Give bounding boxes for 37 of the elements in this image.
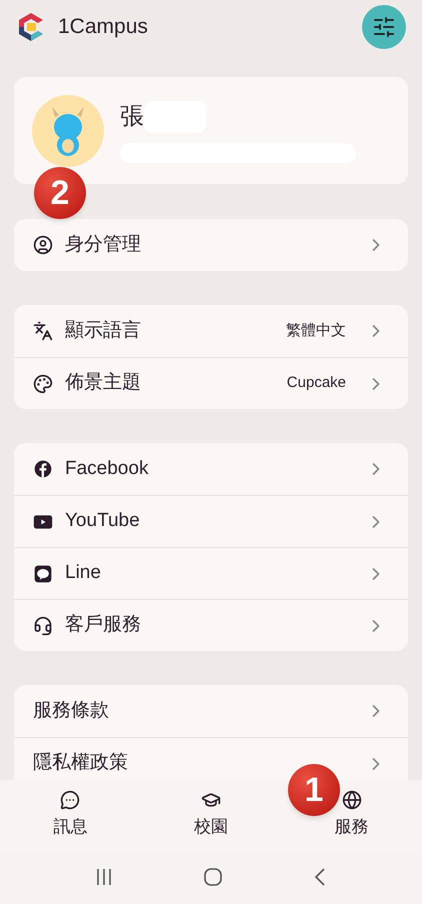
row-value: 繁體中文 <box>286 320 346 341</box>
row-label: YouTube <box>65 509 141 534</box>
row-label: 顯示語言 <box>65 318 142 343</box>
settings-row[interactable]: Facebook <box>14 443 408 495</box>
facebook-icon <box>33 459 53 479</box>
globe-icon <box>342 790 362 810</box>
nav-tab[interactable]: 校園 <box>140 780 282 850</box>
row-label: 身分管理 <box>65 232 142 257</box>
avatar-icon <box>32 94 104 166</box>
recent-apps-icon[interactable] <box>95 868 113 886</box>
settings-row[interactable]: YouTube <box>14 495 408 547</box>
settings-row[interactable]: 客戶服務 <box>14 599 408 651</box>
settings-row[interactable]: 身分管理 <box>14 219 408 271</box>
number-marker: 2 <box>34 167 86 219</box>
settings-row[interactable]: 服務條款 <box>14 685 408 737</box>
settings-row[interactable]: 佈景主題 Cupcake <box>14 357 408 409</box>
row-label: 服務條款 <box>33 698 110 723</box>
user-name: 張 <box>120 102 144 132</box>
row-label: 佈景主題 <box>65 371 142 396</box>
user-circle-icon <box>33 235 53 255</box>
language-icon <box>33 321 53 341</box>
row-value: Cupcake <box>286 373 346 394</box>
nav-tab[interactable]: 訊息 <box>0 780 141 850</box>
settings-row[interactable]: 顯示語言 繁體中文 <box>14 305 408 357</box>
row-label: 隱私權政策 <box>33 751 129 776</box>
filter-button[interactable] <box>362 5 406 49</box>
row-label: Facebook <box>65 456 150 481</box>
chat-icon <box>60 790 80 810</box>
palette-icon <box>33 374 53 394</box>
headset-icon <box>33 616 53 636</box>
sliders-icon <box>372 15 396 39</box>
row-label: 客戶服務 <box>65 613 142 638</box>
settings-row[interactable]: Line <box>14 547 408 599</box>
home-icon[interactable] <box>203 867 223 887</box>
app-title: 1Campus <box>58 14 148 40</box>
row-label: Line <box>65 561 102 586</box>
back-icon[interactable] <box>313 867 327 887</box>
